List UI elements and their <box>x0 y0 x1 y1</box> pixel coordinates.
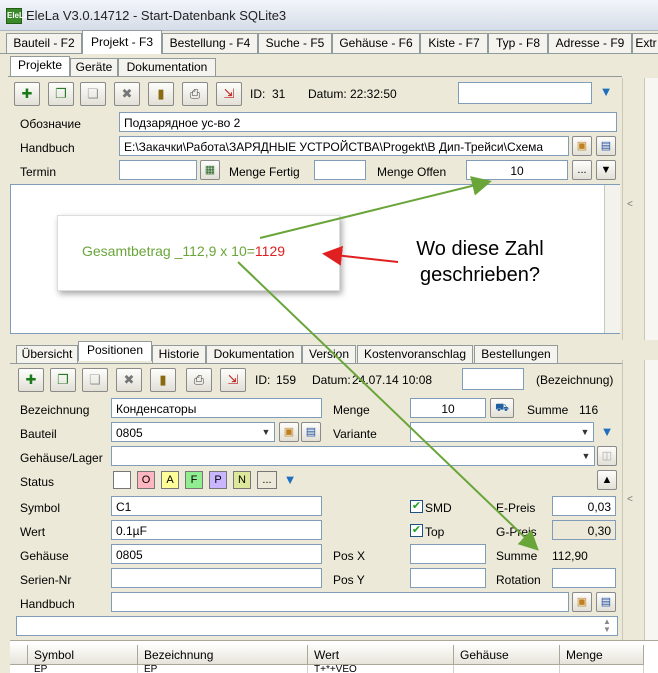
tab-positionen[interactable]: Positionen <box>78 341 152 361</box>
arrow-to-summe <box>237 261 539 551</box>
arrow-question <box>322 245 399 266</box>
annotation-arrows <box>237 176 539 551</box>
tab-projekt[interactable]: Projekt - F3 <box>82 30 162 54</box>
arrow-to-menge-offen <box>259 176 492 239</box>
tab-projekte[interactable]: Projekte <box>10 56 70 76</box>
